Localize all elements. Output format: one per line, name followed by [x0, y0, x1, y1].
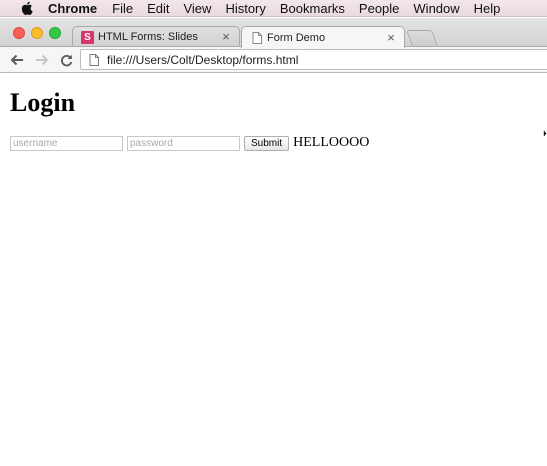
hello-message: HELLOOOO	[293, 135, 370, 150]
new-tab-button[interactable]	[406, 30, 438, 46]
menu-window[interactable]: Window	[413, 0, 459, 17]
menu-file[interactable]: File	[112, 0, 133, 17]
window-zoom-button[interactable]	[49, 27, 61, 39]
tab-strip: S HTML Forms: Slides × Form Demo ×	[0, 18, 547, 48]
mac-menu-bar: Chrome File Edit View History Bookmarks …	[0, 0, 547, 17]
menu-people[interactable]: People	[359, 0, 399, 17]
window-close-button[interactable]	[13, 27, 25, 39]
menu-help[interactable]: Help	[474, 0, 501, 17]
slides-favicon-icon: S	[81, 30, 94, 44]
page-heading: Login	[10, 88, 76, 117]
tab-close-icon[interactable]: ×	[219, 30, 233, 44]
back-arrow-icon[interactable]	[9, 52, 25, 68]
forward-arrow-icon[interactable]	[34, 52, 50, 68]
menu-edit[interactable]: Edit	[147, 0, 169, 17]
menu-app-name[interactable]: Chrome	[48, 0, 97, 17]
submit-button[interactable]: Submit	[244, 135, 290, 151]
reload-icon[interactable]	[58, 52, 74, 68]
tab-title: HTML Forms: Slides	[98, 31, 198, 43]
tab-close-icon[interactable]: ×	[384, 30, 398, 45]
menu-view[interactable]: View	[183, 0, 211, 17]
menu-history[interactable]: History	[225, 0, 265, 17]
menu-bookmarks[interactable]: Bookmarks	[280, 0, 345, 17]
tab-title: Form Demo	[267, 31, 326, 44]
window-minimize-button[interactable]	[31, 27, 43, 39]
slides-favicon-letter: S	[81, 30, 94, 44]
url-text[interactable]: file:///Users/Colt/Desktop/forms.html	[107, 53, 298, 67]
login-form: Submit HELLOOOO	[10, 135, 369, 151]
page-icon	[89, 53, 101, 67]
page-content: Login Submit HELLOOOO	[0, 74, 547, 466]
username-input[interactable]	[10, 135, 123, 151]
tab-html-forms-slides[interactable]: S HTML Forms: Slides ×	[72, 26, 240, 47]
address-bar[interactable]: file:///Users/Colt/Desktop/forms.html	[80, 49, 547, 70]
apple-menu-icon[interactable]	[19, 1, 35, 15]
tab-form-demo[interactable]: Form Demo ×	[241, 26, 405, 48]
browser-toolbar: file:///Users/Colt/Desktop/forms.html	[0, 46, 547, 73]
page-favicon-icon	[250, 31, 263, 44]
password-input[interactable]	[127, 135, 240, 151]
mouse-cursor-icon	[543, 129, 547, 139]
